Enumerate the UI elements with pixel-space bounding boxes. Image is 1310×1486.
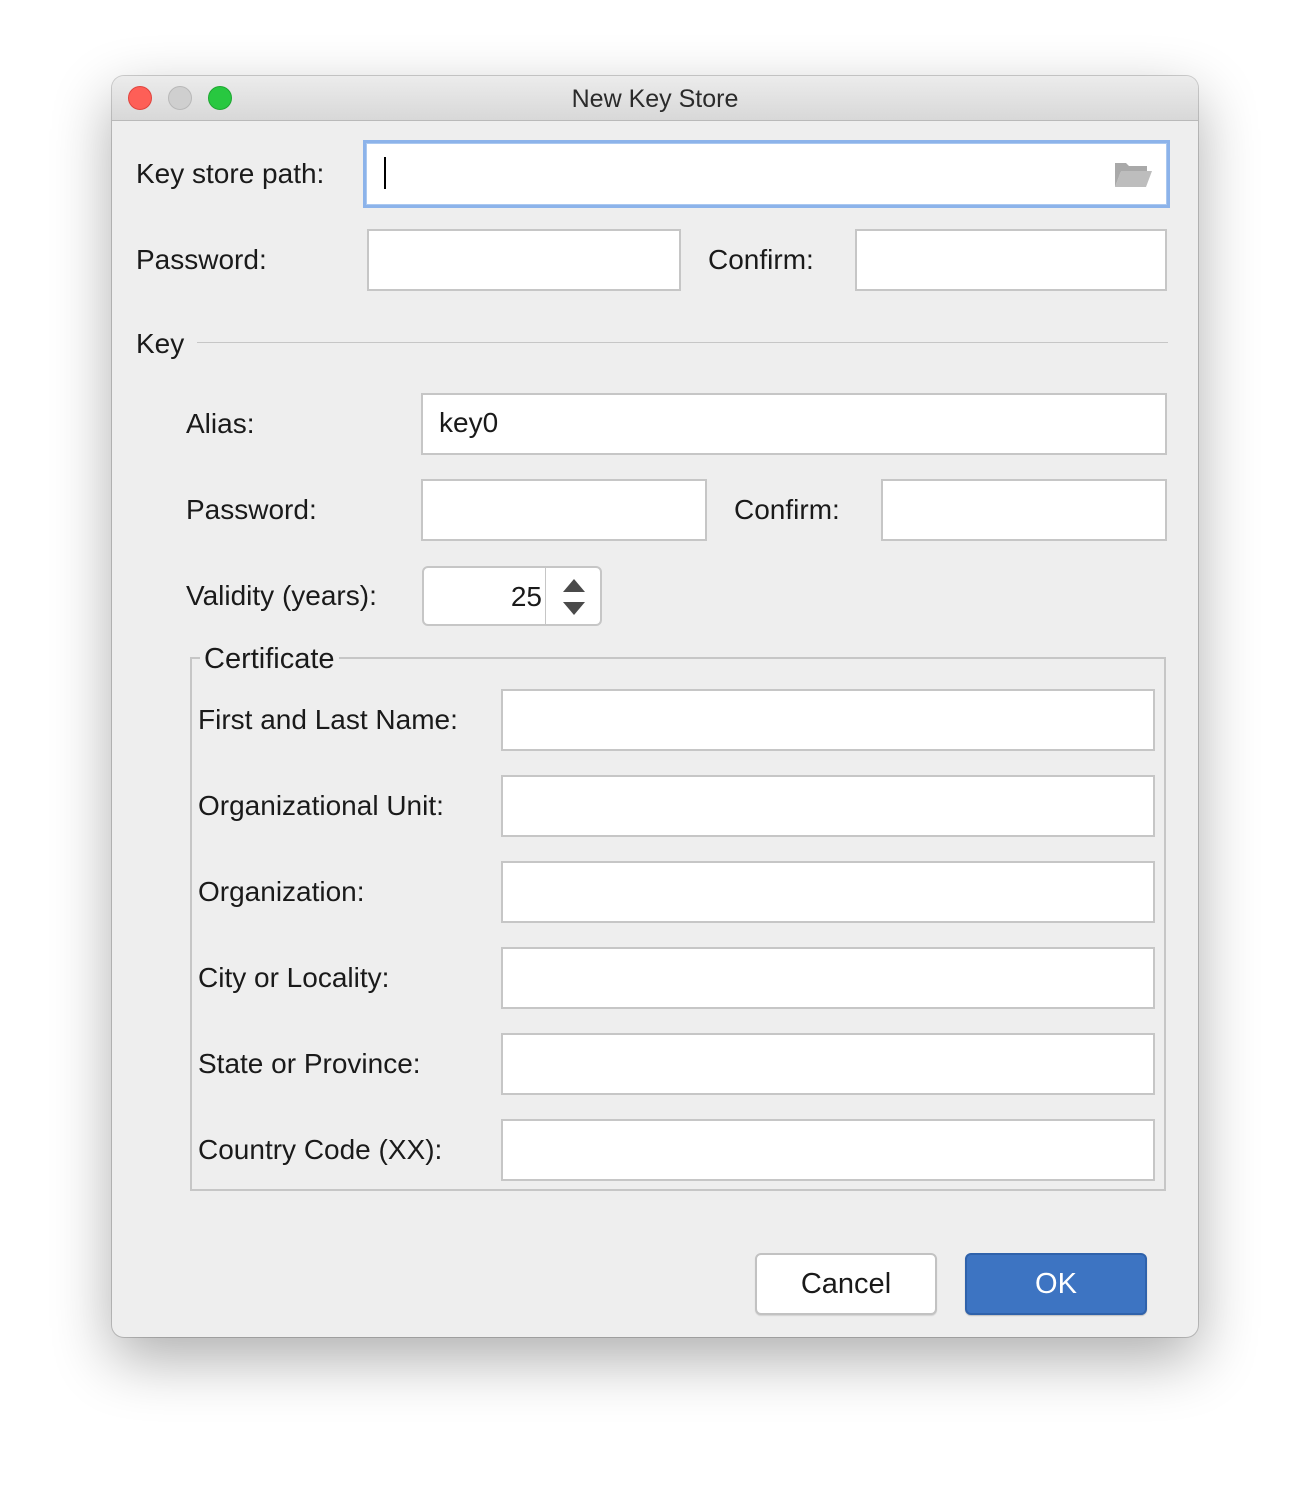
window-title: New Key Store bbox=[571, 85, 739, 113]
country-code-label: Country Code (XX): bbox=[198, 1134, 443, 1165]
city-locality-label: City or Locality: bbox=[198, 962, 390, 993]
key-password-field[interactable] bbox=[421, 479, 707, 541]
arrow-down-icon[interactable] bbox=[559, 598, 589, 618]
alias-field[interactable]: key0 bbox=[421, 393, 1167, 455]
validity-value: 25 bbox=[510, 581, 542, 612]
stepper-divider bbox=[545, 568, 546, 624]
key-section-label: Key bbox=[136, 328, 185, 359]
folder-icon[interactable] bbox=[1113, 159, 1153, 189]
organization-label: Organization: bbox=[198, 876, 365, 907]
organization-field[interactable] bbox=[501, 861, 1155, 923]
first-last-name-field[interactable] bbox=[501, 689, 1155, 751]
arrow-up-icon[interactable] bbox=[559, 576, 589, 596]
validity-label: Validity (years): bbox=[186, 580, 377, 611]
first-last-name-label: First and Last Name: bbox=[198, 704, 458, 735]
title-bar: New Key Store bbox=[112, 76, 1198, 121]
certificate-legend: Certificate bbox=[200, 643, 339, 675]
keystore-confirm-field[interactable] bbox=[855, 229, 1167, 291]
key-confirm-field[interactable] bbox=[881, 479, 1167, 541]
cancel-button[interactable]: Cancel bbox=[755, 1253, 937, 1315]
keystore-password-label: Password: bbox=[136, 244, 267, 275]
key-confirm-label: Confirm: bbox=[734, 494, 840, 525]
alias-label: Alias: bbox=[186, 408, 255, 439]
key-store-path-label: Key store path: bbox=[136, 158, 325, 189]
state-province-label: State or Province: bbox=[198, 1048, 421, 1079]
key-section-separator bbox=[197, 342, 1168, 343]
ok-button[interactable]: OK bbox=[965, 1253, 1147, 1315]
keystore-password-field[interactable] bbox=[367, 229, 681, 291]
organizational-unit-label: Organizational Unit: bbox=[198, 790, 444, 821]
validity-stepper[interactable]: 25 bbox=[422, 566, 602, 626]
new-key-store-dialog: New Key Store Key store path: Password: … bbox=[112, 76, 1198, 1337]
key-store-path-input[interactable] bbox=[363, 140, 1170, 208]
state-province-field[interactable] bbox=[501, 1033, 1155, 1095]
keystore-confirm-label: Confirm: bbox=[708, 244, 814, 275]
text-caret bbox=[384, 157, 386, 189]
organizational-unit-field[interactable] bbox=[501, 775, 1155, 837]
key-password-label: Password: bbox=[186, 494, 317, 525]
city-locality-field[interactable] bbox=[501, 947, 1155, 1009]
country-code-field[interactable] bbox=[501, 1119, 1155, 1181]
